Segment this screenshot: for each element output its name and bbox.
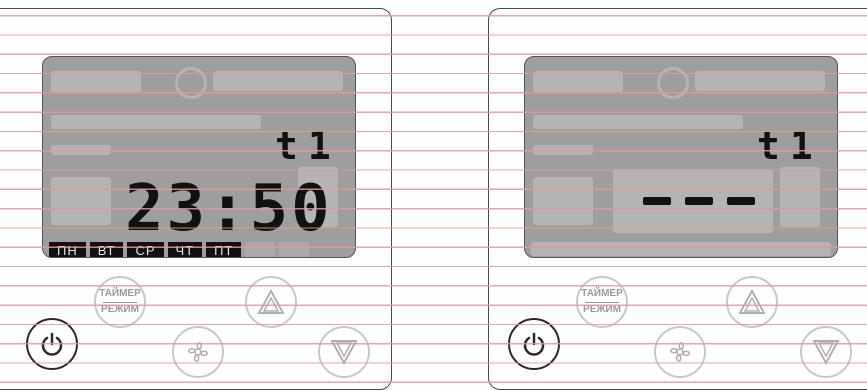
temperature-up-button-right[interactable]	[726, 276, 778, 328]
dash-segment	[727, 197, 755, 205]
fan-icon	[188, 342, 208, 362]
timer-mode-label: ТАЙМЕР РЕЖИМ	[99, 288, 141, 315]
lcd-display-right: t1	[524, 56, 838, 258]
ghost-status-block	[51, 177, 111, 225]
fan-speed-button-right[interactable]	[654, 326, 706, 378]
mode-indicator-t1-right: t1	[757, 124, 823, 168]
temperature-up-button-left[interactable]	[245, 276, 297, 328]
weekday-sat-ghost	[245, 242, 276, 257]
fan-icon	[670, 342, 690, 362]
ghost-clock-icon	[175, 67, 207, 99]
weekday-thu: ЧТ	[167, 242, 203, 257]
ghost-weekday-row	[531, 242, 831, 256]
dash-segment	[643, 197, 671, 205]
triangle-down-icon	[330, 340, 358, 365]
temperature-down-button-right[interactable]	[800, 326, 852, 378]
ghost-small-row-right	[533, 145, 593, 155]
ghost-mode-icons	[213, 71, 343, 91]
lcd-display-left: t1 23:50 ПН ВТ СР ЧТ ПТ	[42, 56, 356, 258]
timer-mode-label-right: ТАЙМЕР РЕЖИМ	[581, 288, 623, 315]
weekday-wed: СР	[127, 242, 164, 257]
timer-mode-button-right[interactable]: ТАЙМЕР РЕЖИМ	[576, 276, 628, 328]
weekday-mon: ПН	[49, 242, 86, 257]
weekday-tue: ВТ	[89, 242, 124, 257]
power-button-right[interactable]	[508, 318, 560, 370]
ghost-clock-icon-right	[657, 67, 689, 99]
triangle-down-icon	[812, 340, 840, 365]
dash-segment	[685, 197, 713, 205]
mode-indicator-t1: t1	[275, 124, 341, 168]
weekday-row: ПН ВТ СР ЧТ ПТ	[49, 242, 310, 257]
weekday-fri: ПТ	[206, 242, 242, 257]
ghost-status-block-right	[533, 177, 593, 225]
ghost-mode-icons-right	[695, 71, 825, 91]
timer-mode-button-left[interactable]: ТАЙМЕР РЕЖИМ	[94, 276, 146, 328]
clock-time-display: 23:50	[125, 172, 333, 246]
weekday-sun-ghost	[279, 242, 310, 257]
ghost-text-row	[51, 115, 261, 129]
ghost-icons-row-left	[51, 71, 141, 93]
ghost-icons-row-right	[533, 71, 623, 93]
dash-placeholder-display	[643, 197, 755, 205]
power-button-left[interactable]	[26, 318, 78, 370]
fan-speed-button-left[interactable]	[172, 326, 224, 378]
triangle-up-icon	[738, 289, 766, 314]
ghost-small-row	[51, 145, 111, 155]
temperature-down-button-left[interactable]	[318, 326, 370, 378]
triangle-up-icon	[257, 289, 285, 314]
power-icon	[41, 332, 63, 356]
ghost-unit-block-right	[780, 167, 820, 227]
ghost-text-row-right	[533, 115, 743, 129]
power-icon	[523, 332, 545, 356]
